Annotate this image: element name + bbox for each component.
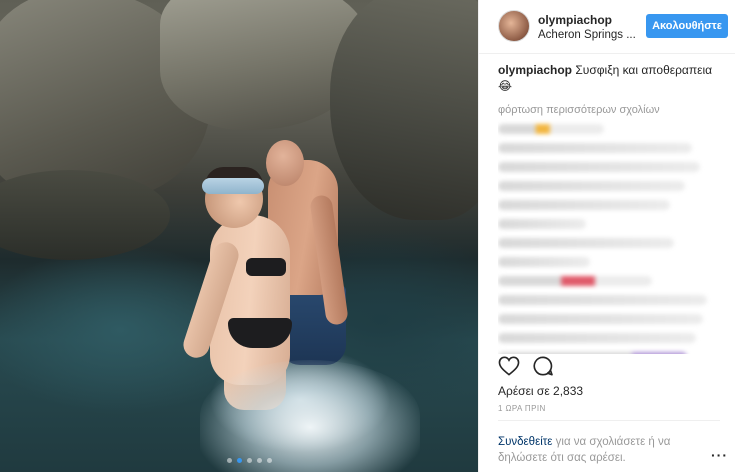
blurred-comment <box>498 124 604 134</box>
load-more-comments-link[interactable]: φόρτωση περισσότερων σχολίων <box>498 104 718 116</box>
blurred-comment <box>498 162 701 172</box>
water-foam <box>200 360 420 472</box>
caption: olympiachop Συσφιξη και αποθεραπεια😂 <box>498 62 718 94</box>
caption-username[interactable]: olympiachop <box>498 63 572 77</box>
timestamp[interactable]: 1 ΩΡΑ ΠΡΙΝ <box>498 404 546 413</box>
heart-outline-icon[interactable] <box>498 356 520 381</box>
carousel-dot-active[interactable] <box>237 458 242 463</box>
blurred-comment <box>498 352 688 354</box>
blurred-comment <box>498 181 685 191</box>
speech-bubble-icon[interactable] <box>532 355 554 382</box>
blurred-comment <box>498 314 703 324</box>
more-options-icon[interactable]: ··· <box>711 447 728 463</box>
likes-count[interactable]: Αρέσει σε 2,833 <box>498 384 583 398</box>
post-photo[interactable] <box>0 0 478 472</box>
login-link[interactable]: Συνδεθείτε <box>498 436 552 448</box>
blurred-comment <box>498 219 586 229</box>
post-header: olympiachop Acheron Springs ... Ακολουθή… <box>479 0 735 54</box>
person-head <box>266 140 304 186</box>
carousel-dot[interactable] <box>267 458 272 463</box>
carousel-dot[interactable] <box>227 458 232 463</box>
blurred-comment <box>498 257 591 267</box>
blurred-comment <box>498 143 692 153</box>
blurred-comment <box>498 200 670 210</box>
post-sidebar: olympiachop Acheron Springs ... Ακολουθή… <box>478 0 735 472</box>
blurred-comment <box>498 276 652 286</box>
blurred-comment <box>498 295 707 305</box>
avatar[interactable] <box>498 10 530 42</box>
login-prompt: Συνδεθείτε για να σχολιάσετε ή να δηλώσε… <box>498 434 698 466</box>
header-username[interactable]: olympiachop <box>538 13 612 27</box>
rock <box>330 0 478 220</box>
location-link[interactable]: Acheron Springs ... <box>538 29 636 41</box>
follow-button[interactable]: Ακολουθήστε <box>646 14 728 38</box>
carousel-dot[interactable] <box>247 458 252 463</box>
comments-list: olympiachop Συσφιξη και αποθεραπεια😂 φόρ… <box>498 62 718 354</box>
headband <box>202 178 264 194</box>
carousel-dot[interactable] <box>257 458 262 463</box>
divider <box>498 420 720 421</box>
blurred-comment <box>498 238 674 248</box>
carousel-dots <box>227 458 272 463</box>
blurred-comment <box>498 333 696 343</box>
action-bar <box>498 355 554 382</box>
swimwear <box>246 258 286 276</box>
